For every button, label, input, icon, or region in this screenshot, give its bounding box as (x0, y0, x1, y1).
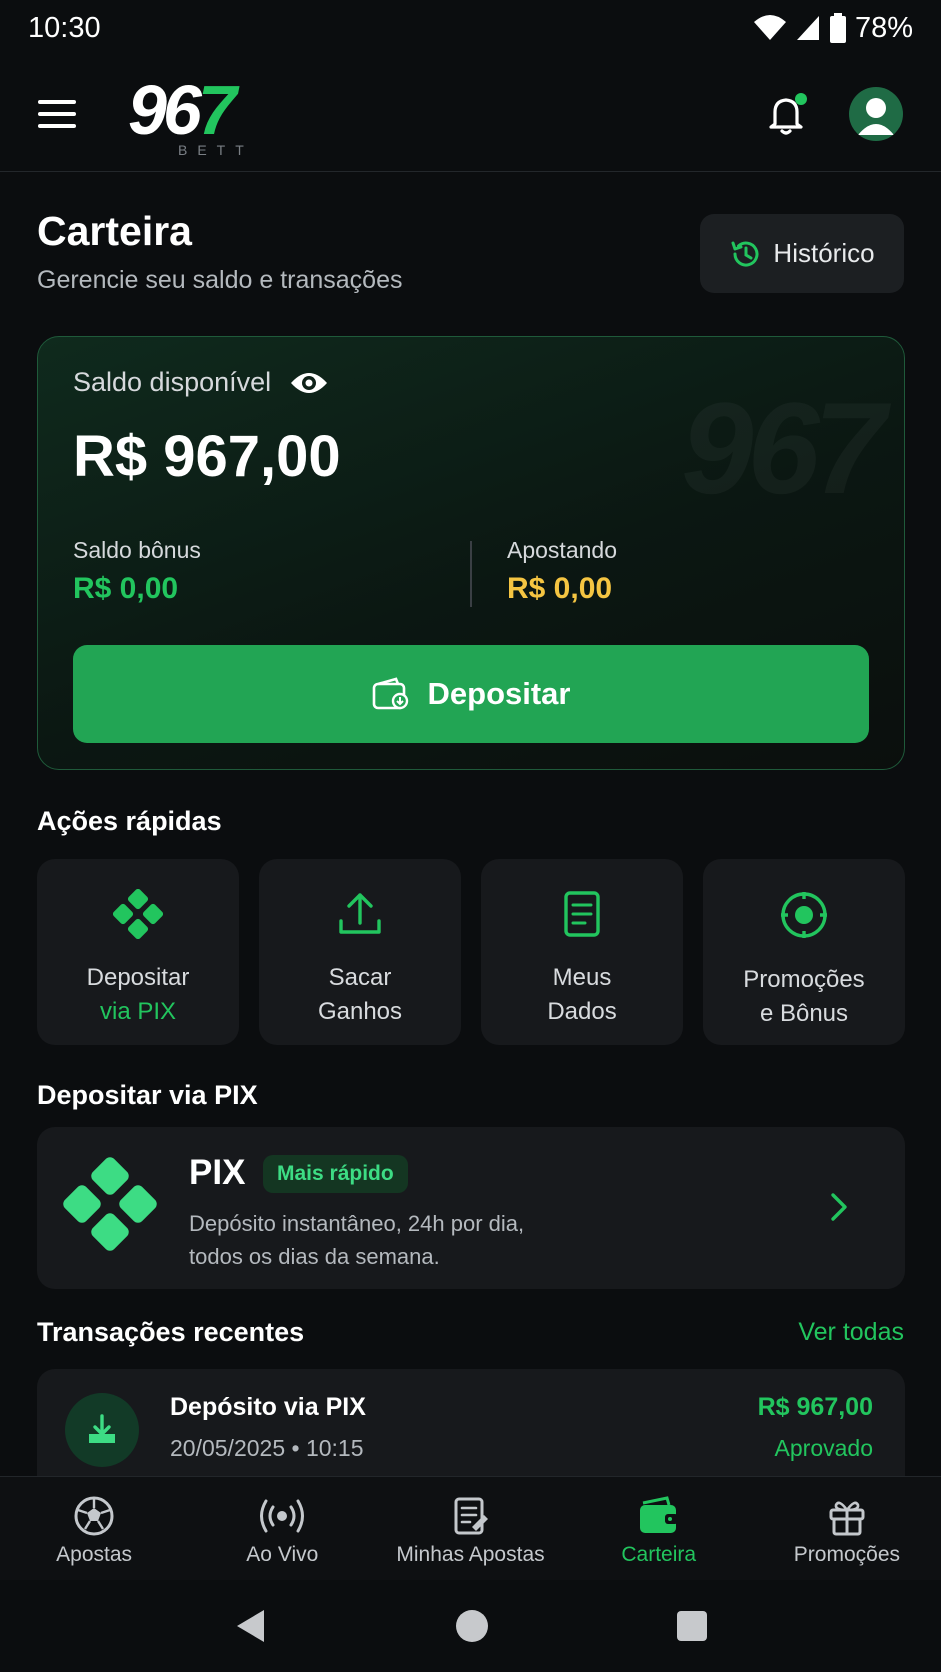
chevron-right-icon (831, 1193, 847, 1221)
notifications-button[interactable] (763, 91, 809, 137)
wallet-icon (372, 677, 408, 710)
history-icon (731, 241, 759, 267)
menu-icon-bar (38, 99, 76, 104)
nav-label: Apostas (56, 1543, 133, 1566)
live-broadcast-icon (260, 1499, 305, 1533)
nav-item-apostas[interactable]: Apostas (0, 1477, 188, 1580)
pix-description-line: Depósito instantâneo, 24h por dia, (189, 1211, 525, 1236)
download-icon (89, 1414, 115, 1443)
nav-item-carteira[interactable]: Carteira (565, 1477, 753, 1580)
bottom-nav: Apostas Ao Vivo Minhas Apostas Carteira (0, 1476, 941, 1580)
deposit-label: Depositar (427, 676, 571, 711)
pix-badge: Mais rápido (263, 1155, 408, 1193)
quick-action-withdraw[interactable]: Sacar Ganhos (259, 859, 461, 1045)
eye-icon[interactable] (289, 369, 329, 397)
quick-action-label: Dados (547, 998, 617, 1025)
list-item[interactable]: Depósito via PIX 20/05/2025 • 10:15 R$ 9… (37, 1369, 905, 1479)
document-icon (564, 891, 600, 937)
balance-divider (470, 541, 472, 607)
nav-label: Ao Vivo (246, 1543, 319, 1566)
bonus-label: Saldo bônus (73, 537, 201, 563)
status-icons: 78% (753, 12, 913, 45)
history-button[interactable]: Histórico (700, 214, 904, 293)
system-nav-bar (0, 1580, 941, 1672)
quick-action-deposit-pix[interactable]: Depositar via PIX (37, 859, 239, 1045)
notification-dot (795, 92, 807, 105)
pix-title: PIX (189, 1153, 246, 1192)
quick-action-label: Promoções (743, 966, 865, 993)
pix-logo-icon (63, 1157, 157, 1251)
history-label: Histórico (773, 238, 875, 268)
battery-icon (829, 13, 846, 43)
balance-label: Saldo disponível (73, 367, 272, 397)
page-subtitle: Gerencie seu saldo e transações (37, 266, 403, 294)
betting-value: R$ 0,00 (507, 572, 613, 605)
user-icon (858, 97, 894, 135)
nav-label: Promoções (793, 1543, 901, 1566)
status-bar: 10:30 78% (0, 0, 941, 56)
transactions-title: Transações recentes (37, 1317, 305, 1347)
menu-icon-bar (38, 111, 76, 116)
bonus-value: R$ 0,00 (73, 572, 179, 605)
soccer-ball-icon (74, 1496, 114, 1536)
nav-label: Carteira (621, 1543, 697, 1566)
nav-item-ao-vivo[interactable]: Ao Vivo (188, 1477, 376, 1580)
betting-balance: Apostando R$ 0,00 (507, 537, 617, 606)
quick-action-label: Sacar (328, 964, 392, 991)
recents-icon[interactable] (676, 1610, 708, 1642)
pix-description: Depósito instantâneo, 24h por dia, todos… (189, 1207, 609, 1273)
quick-action-label: Ganhos (317, 998, 403, 1025)
app-header: 967 BETT (0, 56, 941, 172)
quick-action-promotions[interactable]: Promoções e Bônus (703, 859, 905, 1045)
logo-subtext: BETT (178, 141, 254, 158)
status-time: 10:30 (28, 11, 101, 44)
wifi-icon (753, 15, 786, 40)
quick-action-label: e Bônus (759, 1000, 849, 1027)
quick-action-label: Meus (552, 964, 612, 991)
pix-icon (113, 889, 163, 939)
pix-card[interactable]: PIX Mais rápido Depósito instantâneo, 24… (37, 1127, 905, 1289)
menu-icon-bar (38, 123, 76, 128)
quick-action-label: via PIX (99, 998, 177, 1025)
nav-item-promocoes[interactable]: Promoções (753, 1477, 941, 1580)
see-all-link[interactable]: Ver todas (798, 1318, 904, 1347)
pix-section-title: Depositar via PIX (37, 1080, 258, 1110)
transaction-amount: R$ 967,00 (757, 1393, 873, 1421)
quick-action-label: Depositar (86, 964, 190, 991)
betting-label: Apostando (507, 537, 617, 563)
deposit-button[interactable]: Depositar (73, 645, 869, 743)
quick-action-my-data[interactable]: Meus Dados (481, 859, 683, 1045)
gift-icon (829, 1501, 865, 1536)
transaction-title: Depósito via PIX (170, 1393, 366, 1421)
brand-logo[interactable]: 967 BETT (128, 70, 298, 158)
transaction-icon-wrap (65, 1393, 139, 1467)
transaction-status: Aprovado (774, 1435, 873, 1461)
menu-button[interactable] (38, 91, 84, 137)
upload-icon (339, 893, 381, 934)
page-title: Carteira (37, 208, 192, 254)
target-icon (781, 892, 827, 938)
battery-percent: 78% (854, 11, 913, 44)
bet-slip-icon (454, 1497, 488, 1535)
back-icon[interactable] (234, 1608, 268, 1644)
balance-card: 967 Saldo disponível R$ 967,00 Saldo bôn… (37, 336, 905, 770)
quick-actions: Depositar via PIX Sacar Ganhos Meus Dado… (37, 859, 905, 1045)
wallet-icon (639, 1496, 678, 1533)
bonus-balance: Saldo bônus R$ 0,00 (73, 537, 201, 606)
pix-description-line: todos os dias da semana. (189, 1244, 440, 1269)
quick-actions-title: Ações rápidas (37, 806, 222, 836)
home-icon[interactable] (455, 1609, 489, 1643)
cell-signal-icon (796, 16, 819, 40)
card-watermark: 967 (681, 373, 886, 523)
balance-value: R$ 967,00 (73, 424, 341, 489)
transaction-date: 20/05/2025 • 10:15 (170, 1435, 364, 1461)
nav-label: Minhas Apostas (396, 1543, 545, 1566)
logo-mark: 967 (128, 70, 237, 149)
avatar[interactable] (849, 86, 903, 141)
nav-item-minhas-apostas[interactable]: Minhas Apostas (376, 1477, 564, 1580)
